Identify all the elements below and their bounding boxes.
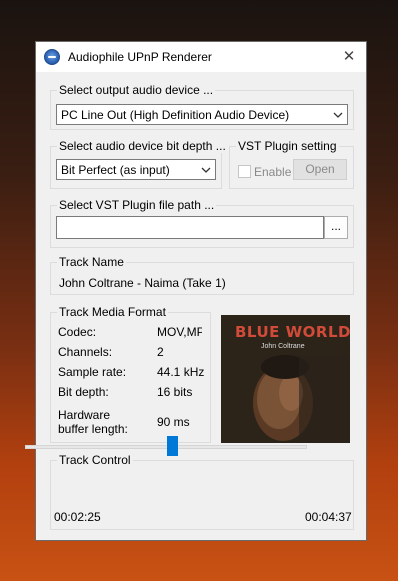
album-art: BLUE WORLD John Coltrane bbox=[221, 315, 350, 443]
sample-rate-label: Sample rate: bbox=[58, 365, 127, 379]
renderer-window: Audiophile UPnP Renderer ✕ Select output… bbox=[35, 41, 367, 541]
media-format-group-title: Track Media Format bbox=[57, 305, 168, 319]
channels-label: Channels: bbox=[58, 345, 113, 359]
codec-value: MOV,MP4 bbox=[157, 325, 202, 339]
bit-depth-select[interactable]: Bit Perfect (as input) bbox=[56, 159, 216, 180]
channels-value: 2 bbox=[157, 345, 164, 359]
buffer-length-label-line2: buffer length: bbox=[58, 422, 128, 436]
app-logo-icon bbox=[44, 49, 60, 65]
track-name-value: John Coltrane - Naima (Take 1) bbox=[59, 276, 226, 290]
chevron-down-icon bbox=[333, 112, 343, 118]
codec-label: Codec: bbox=[58, 325, 97, 339]
vst-open-button[interactable]: Open bbox=[293, 159, 347, 180]
track-progress-thumb[interactable] bbox=[166, 436, 178, 456]
vst-path-input[interactable] bbox=[56, 216, 324, 239]
bit-depth-group-title: Select audio device bit depth ... bbox=[57, 139, 228, 153]
album-artist: John Coltrane bbox=[261, 343, 305, 350]
output-device-select[interactable]: PC Line Out (High Definition Audio Devic… bbox=[56, 104, 348, 125]
window-title: Audiophile UPnP Renderer bbox=[68, 50, 212, 64]
bit-depth-format-label: Bit depth: bbox=[58, 385, 109, 399]
bit-depth-value: Bit Perfect (as input) bbox=[61, 163, 170, 177]
buffer-length-value: 90 ms bbox=[157, 415, 190, 429]
vst-enable-checkbox[interactable] bbox=[238, 165, 251, 178]
title-bar[interactable]: Audiophile UPnP Renderer ✕ bbox=[36, 42, 366, 72]
album-title: BLUE WORLD bbox=[235, 323, 350, 341]
vst-browse-button[interactable]: ... bbox=[324, 216, 348, 239]
buffer-length-label-line1: Hardware bbox=[58, 408, 111, 422]
vst-path-group-title: Select VST Plugin file path ... bbox=[57, 198, 217, 212]
chevron-down-icon bbox=[201, 167, 211, 173]
sample-rate-value: 44.1 kHz bbox=[157, 365, 205, 379]
track-name-group-title: Track Name bbox=[57, 255, 126, 269]
vst-settings-group-title: VST Plugin setting bbox=[236, 139, 339, 153]
close-button[interactable]: ✕ bbox=[338, 46, 360, 68]
vst-enable-label: Enable bbox=[254, 165, 292, 179]
bit-depth-format-value: 16 bits bbox=[157, 385, 193, 399]
output-device-group-title: Select output audio device ... bbox=[57, 83, 216, 97]
track-control-group-title: Track Control bbox=[57, 453, 133, 467]
output-device-value: PC Line Out (High Definition Audio Devic… bbox=[61, 108, 290, 122]
elapsed-time: 00:02:25 bbox=[54, 510, 101, 524]
total-duration: 00:04:37 bbox=[305, 510, 352, 524]
